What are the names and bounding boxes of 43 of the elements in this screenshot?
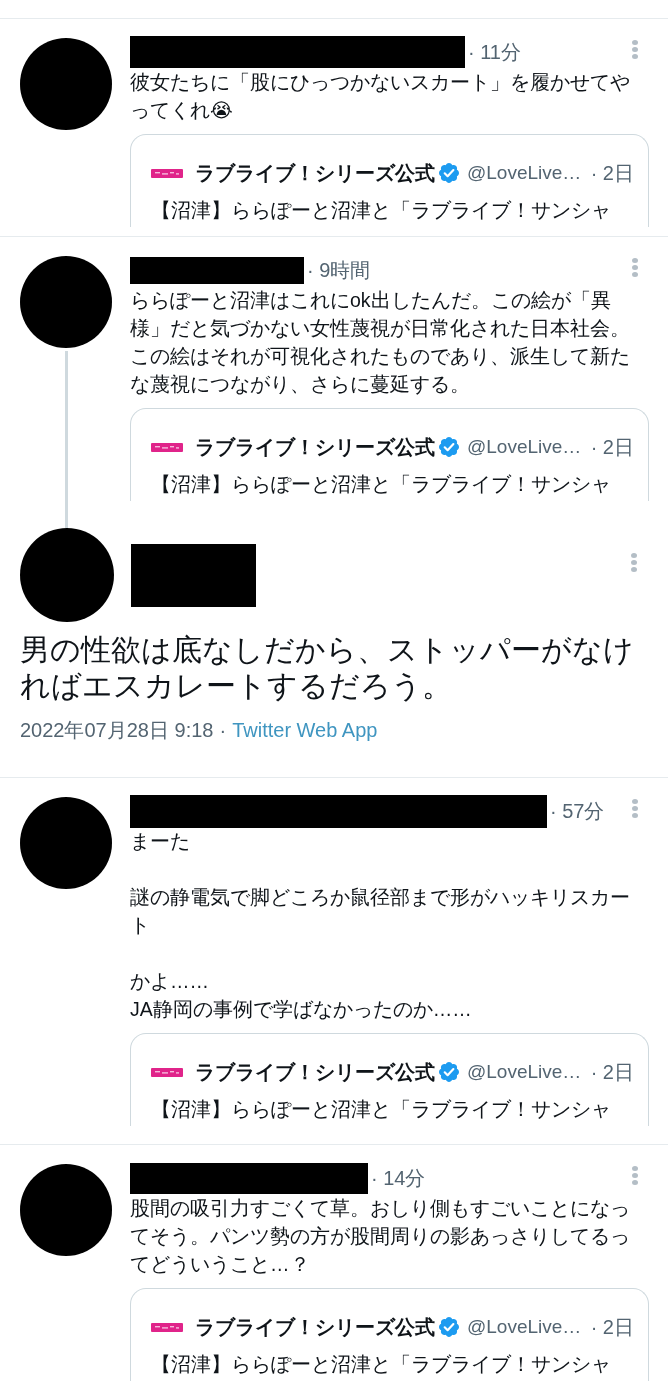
author-name: ラブライブ！シリーズ公式 (195, 1314, 435, 1340)
quoted-text: 【沼津】ららぽーと沼津と「ラブライブ！サンシャ (151, 198, 612, 223)
quoted-tweet-card[interactable]: ラブライブ！シリーズ公式 @LoveLive… · 2日 【沼津】ららぽーと沼津と「ラブライブ！サンシャ (130, 1033, 649, 1126)
more-icon[interactable] (632, 40, 638, 59)
tweet-text: 彼女たちに「股にひっつかないスカート」を履かせてやってくれ😭 (130, 70, 631, 123)
logo-icon (151, 1067, 183, 1077)
tweet-time: · 2日 (590, 160, 634, 186)
more-icon[interactable] (631, 553, 637, 572)
tweet-date: 2022年07月28日 9:18 (20, 719, 214, 741)
author-name: ラブライブ！シリーズ公式 (195, 1059, 435, 1085)
logo-icon (151, 442, 183, 452)
tweet-time: · 2日 (590, 434, 634, 460)
tweet-time: · 14分 (371, 1165, 426, 1191)
author-name: ラブライブ！シリーズ公式 (195, 160, 435, 186)
author-handle: @LoveLive… (467, 1316, 582, 1338)
more-icon[interactable] (632, 258, 638, 277)
tweet-time: · 2日 (590, 1059, 634, 1085)
tweet-text: 股間の吸引力すごくて草。おしり側もすごいことになってそう。パンツ勢の方が股間周りの影あっさりしてるってどういうこと…？ (130, 1196, 631, 1277)
more-icon[interactable] (632, 1166, 638, 1185)
tweet-text: ららぽーと沼津はこれにok出したんだ。この絵が「異様」だと気づかない女性蔑視が日常化された日本社会。この絵はそれが可視化されたものであり、派生して新たな蔑視につながり、さらに蔓延する。 (130, 288, 631, 397)
tweet-time: · 9時間 (307, 257, 371, 283)
quoted-tweet-card[interactable]: ラブライブ！シリーズ公式 @LoveLive… · 2日 【沼津】ららぽーと沼津と「ラブライブ！サンシャ (130, 408, 649, 501)
tweet-text: かよ…… (130, 969, 210, 994)
separator: · (219, 719, 227, 741)
tweet-time: · 57分 (550, 798, 605, 824)
tweet-text: まーた (130, 829, 191, 854)
quoted-text: 【沼津】ららぽーと沼津と「ラブライブ！サンシャ (151, 1097, 612, 1122)
tweet-time: · 2日 (590, 1314, 634, 1340)
quoted-tweet-card[interactable]: ラブライブ！シリーズ公式 @LoveLive… · 2日 【沼津】ららぽーと沼津と「ラブライブ！サンシャ (130, 1288, 649, 1381)
tweet-time: · 11分 (468, 39, 521, 65)
quoted-text: 【沼津】ららぽーと沼津と「ラブライブ！サンシャ (151, 1352, 612, 1377)
quoted-tweet-card[interactable]: ラブライブ！シリーズ公式 @LoveLive… · 2日 【沼津】ららぽーと沼津と「ラブライブ！サンシャ (130, 134, 649, 227)
author-handle: @LoveLive… (467, 436, 582, 458)
author-handle: @LoveLive… (467, 1061, 582, 1083)
logo-icon (151, 1322, 183, 1332)
logo-icon (151, 168, 183, 178)
tweet-text: JA静岡の事例で学ばなかったのか…… (130, 997, 473, 1022)
quoted-text: 【沼津】ららぽーと沼津と「ラブライブ！サンシャ (151, 472, 612, 497)
tweet-text: 男の性欲は底なしだから、ストッパーがなければエスカレートするだろう。 (20, 632, 635, 704)
tweet-text: 謎の静電気で脚どころか鼠径部まで形がハッキリスカート (130, 885, 631, 938)
author-handle: @LoveLive… (467, 162, 582, 184)
author-name: ラブライブ！シリーズ公式 (195, 434, 435, 460)
more-icon[interactable] (632, 799, 638, 818)
